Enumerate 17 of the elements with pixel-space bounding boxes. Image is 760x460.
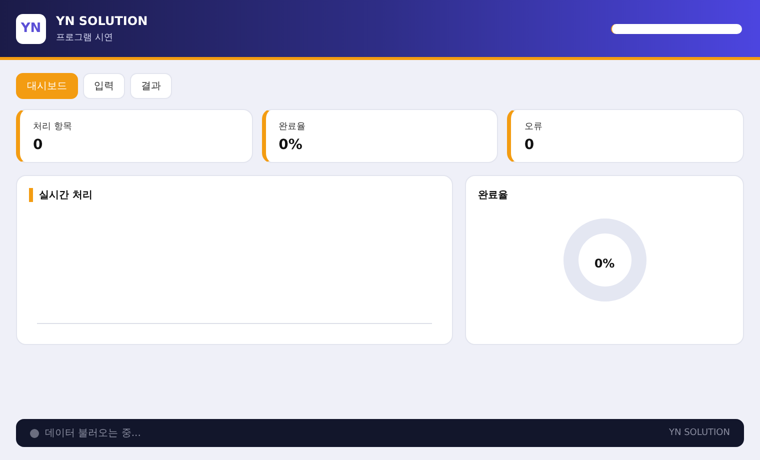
stat-label: 완료율 [278, 120, 307, 132]
stat-value: 0% [278, 136, 304, 152]
stat-label: 오류 [524, 120, 544, 132]
donut-value: 0% [594, 256, 615, 270]
status-message: 데이터 불러오는 중... [45, 427, 141, 440]
footer-brand: YN SOLUTION [668, 428, 730, 438]
stat-label: 처리 항목 [33, 120, 73, 132]
status-dot [30, 428, 39, 438]
app-subtitle: 프로그램 시연 [56, 32, 114, 44]
panel-title: 완료율 [478, 189, 508, 202]
tab[interactable]: 결과 [130, 73, 172, 99]
panel-title: 실시간 처리 [29, 188, 92, 202]
logo: YN [16, 14, 46, 44]
stat-value: 0 [524, 136, 536, 152]
app-title: YN SOLUTION [56, 14, 148, 28]
stat-value: 0 [33, 136, 44, 152]
tab[interactable]: 입력 [83, 73, 125, 99]
